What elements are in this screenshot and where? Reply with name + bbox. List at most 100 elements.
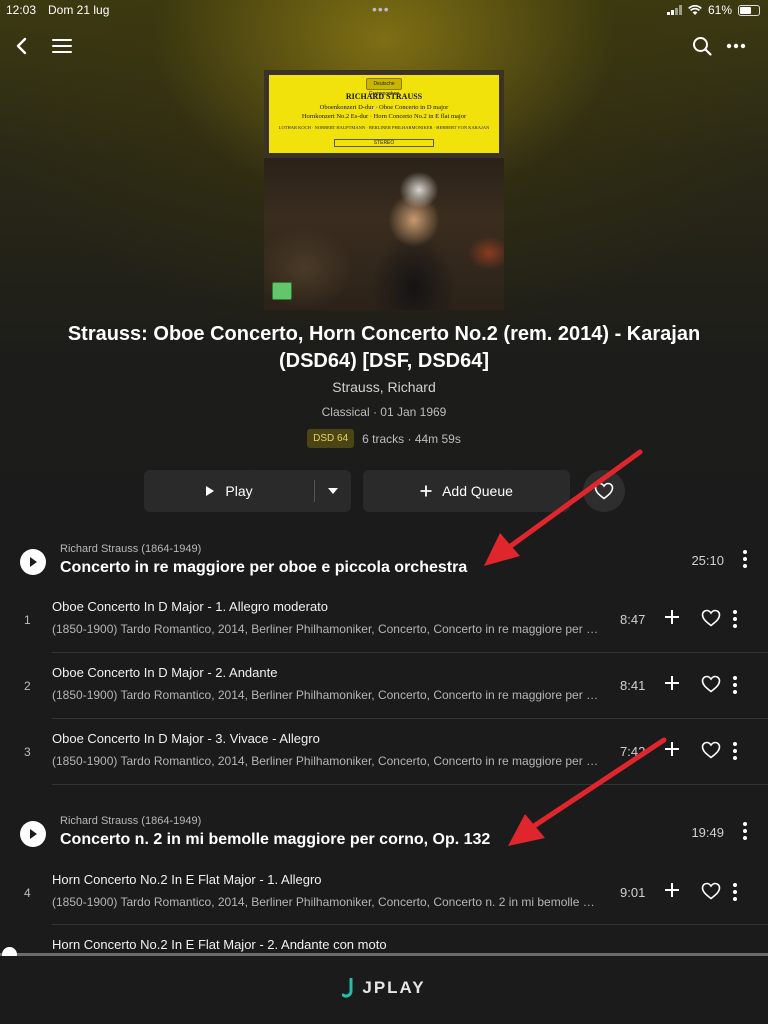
work-title[interactable]: Concerto n. 2 in mi bemolle maggiore per… (60, 831, 490, 849)
cover-performers: LOTHAR KOCH · NORBERT HAUPTMANN · BERLIN… (278, 125, 490, 130)
heart-icon (594, 482, 614, 500)
status-date: Dom 21 lug (48, 3, 110, 17)
multitasking-dots-icon[interactable]: ••• (372, 1, 390, 17)
favorite-album-button[interactable] (583, 470, 625, 512)
cover-stereo: STEREO (334, 139, 434, 147)
track-number: 1 (24, 613, 31, 627)
more-vertical-icon (743, 550, 747, 568)
more-horizontal-icon (726, 43, 746, 49)
favorite-track-button[interactable] (701, 609, 721, 632)
cover-composer: RICHARD STRAUSS (345, 92, 423, 101)
play-split-button: Play (144, 470, 351, 512)
more-vertical-icon (743, 822, 747, 840)
work-more-button[interactable] (742, 821, 748, 846)
dg-logo: Deutsche Grammophon (366, 78, 402, 97)
status-bar: 12:03 Dom 21 lug ••• 61% (0, 0, 768, 22)
more-options-button[interactable] (724, 34, 748, 58)
menu-button[interactable] (50, 34, 74, 58)
track-title: Horn Concerto No.2 In E Flat Major - 1. … (52, 872, 322, 887)
add-track-button[interactable] (664, 882, 680, 903)
heart-icon (701, 675, 721, 693)
track-duration: 8:41 (620, 678, 646, 693)
play-work-button[interactable] (20, 549, 46, 575)
album-genre-date: Classical · 01 Jan 1969 (321, 405, 447, 419)
more-vertical-icon (733, 883, 737, 901)
add-track-button[interactable] (664, 609, 680, 630)
track-title: Horn Concerto No.2 In E Flat Major - 2. … (52, 937, 387, 952)
favorite-track-button[interactable] (701, 741, 721, 764)
add-queue-label: Add Queue (442, 483, 513, 499)
cellular-signal-icon (666, 5, 682, 15)
play-icon (30, 557, 37, 567)
favorite-track-button[interactable] (701, 675, 721, 698)
work-header: Richard Strauss (1864-1949) Concerto in … (0, 543, 768, 587)
hamburger-icon (52, 39, 72, 53)
divider (52, 718, 768, 719)
plus-icon (665, 610, 679, 624)
album-meta: DSD 64 6 tracks · 44m 59s (0, 429, 768, 448)
cover-work-line-2: Hornkonzert No.2 Es-dur · Horn Concerto … (301, 113, 467, 120)
track-duration: 9:01 (620, 885, 646, 900)
track-subtitle: (1850-1900) Tardo Romantico, 2014, Berli… (52, 622, 604, 636)
track-subtitle: (1850-1900) Tardo Romantico, 2014, Berli… (52, 754, 604, 768)
track-more-button[interactable] (732, 882, 738, 907)
work-duration: 25:10 (691, 553, 724, 568)
caret-down-icon (328, 488, 338, 494)
heart-icon (701, 609, 721, 627)
favorite-track-button[interactable] (701, 882, 721, 905)
track-row[interactable]: 4 Horn Concerto No.2 In E Flat Major - 1… (0, 865, 768, 930)
battery-percent: 61% (707, 3, 732, 17)
track-row[interactable]: 2 Oboe Concerto In D Major - 2. Andante … (0, 658, 768, 723)
back-button[interactable] (9, 34, 33, 58)
work-composer: Richard Strauss (1864-1949) (60, 543, 202, 555)
work-composer: Richard Strauss (1864-1949) (60, 815, 202, 827)
work-more-button[interactable] (742, 549, 748, 574)
track-row[interactable]: Horn Concerto No.2 In E Flat Major - 2. … (0, 930, 768, 954)
track-more-button[interactable] (732, 675, 738, 700)
play-button[interactable]: Play (144, 470, 314, 512)
heart-icon (701, 741, 721, 759)
chevron-left-icon (16, 37, 27, 55)
brand-logo: JPLAY (0, 978, 768, 998)
album-artist[interactable]: Strauss, Richard (0, 379, 768, 395)
track-title: Oboe Concerto In D Major - 3. Vivace - A… (52, 731, 320, 746)
dsd-badge: DSD 64 (307, 429, 355, 448)
plus-icon (665, 742, 679, 756)
play-options-dropdown[interactable] (315, 470, 351, 512)
plus-icon (665, 883, 679, 897)
jplay-logo-icon (342, 978, 353, 998)
track-subtitle: (1850-1900) Tardo Romantico, 2014, Berli… (52, 895, 604, 909)
play-icon (206, 486, 215, 496)
track-row[interactable]: 1 Oboe Concerto In D Major - 1. Allegro … (0, 592, 768, 657)
add-track-button[interactable] (664, 675, 680, 696)
track-more-button[interactable] (732, 609, 738, 634)
add-queue-button[interactable]: Add Queue (363, 470, 570, 512)
work-duration: 19:49 (691, 825, 724, 840)
more-vertical-icon (733, 742, 737, 760)
track-title: Oboe Concerto In D Major - 2. Andante (52, 665, 278, 680)
heart-icon (701, 882, 721, 900)
track-more-button[interactable] (732, 741, 738, 766)
more-vertical-icon (733, 676, 737, 694)
track-subtitle: (1850-1900) Tardo Romantico, 2014, Berli… (52, 688, 604, 702)
play-icon (30, 829, 37, 839)
plus-icon (665, 676, 679, 690)
work-title[interactable]: Concerto in re maggiore per oboe e picco… (60, 559, 467, 577)
album-stats: 6 tracks · 44m 59s (362, 431, 461, 446)
cover-label: Deutsche Grammophon RICHARD STRAUSS Oboe… (269, 75, 499, 153)
play-label: Play (225, 483, 253, 499)
brand-name: JPLAY (362, 978, 426, 997)
album-cover[interactable]: Deutsche Grammophon RICHARD STRAUSS Oboe… (264, 70, 504, 310)
search-icon (693, 37, 712, 56)
track-duration: 7:42 (620, 744, 646, 759)
album-title: Strauss: Oboe Concerto, Horn Concerto No… (67, 323, 701, 372)
play-work-button[interactable] (20, 821, 46, 847)
track-row[interactable]: 3 Oboe Concerto In D Major - 3. Vivace -… (0, 724, 768, 789)
more-vertical-icon (733, 610, 737, 628)
divider (52, 784, 768, 785)
search-button[interactable] (690, 34, 714, 58)
track-number: 3 (24, 745, 31, 759)
work-header: Richard Strauss (1864-1949) Concerto n. … (0, 815, 768, 859)
add-track-button[interactable] (664, 741, 680, 762)
battery-icon (738, 4, 760, 16)
